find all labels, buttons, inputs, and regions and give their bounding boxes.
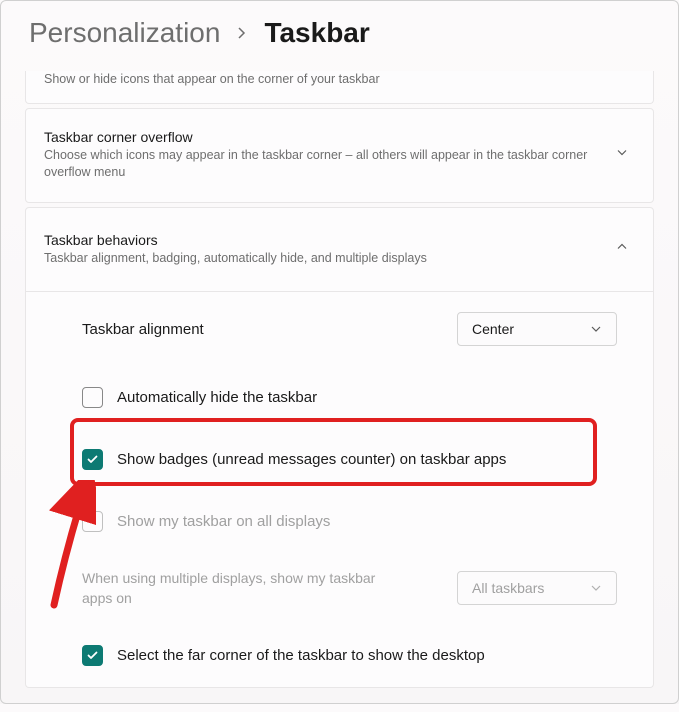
breadcrumb: Personalization Taskbar — [25, 1, 654, 71]
multi-display-value: All taskbars — [472, 580, 544, 596]
multi-display-dropdown: All taskbars — [457, 571, 617, 605]
all-displays-checkbox[interactable] — [82, 511, 103, 532]
chevron-down-icon — [590, 582, 602, 594]
all-displays-label: Show my taskbar on all displays — [117, 513, 330, 530]
chevron-down-icon — [590, 323, 602, 335]
show-badges-checkbox[interactable] — [82, 449, 103, 470]
alignment-dropdown[interactable]: Center — [457, 312, 617, 346]
far-corner-label: Select the far corner of the taskbar to … — [117, 647, 485, 664]
far-corner-row[interactable]: Select the far corner of the taskbar to … — [26, 625, 653, 687]
multi-display-row: When using multiple displays, show my ta… — [26, 552, 653, 625]
overflow-section[interactable]: Taskbar corner overflow Choose which ico… — [25, 108, 654, 203]
show-badges-row[interactable]: Show badges (unread messages counter) on… — [26, 428, 653, 490]
auto-hide-checkbox[interactable] — [82, 387, 103, 408]
far-corner-checkbox[interactable] — [82, 645, 103, 666]
overflow-title: Taskbar corner overflow — [44, 129, 635, 145]
behaviors-desc: Taskbar alignment, badging, automaticall… — [44, 250, 635, 268]
check-icon — [86, 453, 99, 466]
breadcrumb-parent[interactable]: Personalization — [29, 17, 220, 49]
breadcrumb-current: Taskbar — [264, 17, 369, 49]
all-displays-row[interactable]: Show my taskbar on all displays — [26, 490, 653, 552]
alignment-label: Taskbar alignment — [82, 321, 204, 338]
chevron-down-icon — [615, 146, 629, 165]
chevron-up-icon — [615, 240, 629, 259]
behaviors-title: Taskbar behaviors — [44, 232, 635, 248]
taskbar-alignment-row: Taskbar alignment Center — [26, 292, 653, 366]
corner-icons-desc: Show or hide icons that appear on the co… — [44, 71, 635, 89]
auto-hide-row[interactable]: Automatically hide the taskbar — [26, 366, 653, 428]
auto-hide-label: Automatically hide the taskbar — [117, 389, 317, 406]
chevron-right-icon — [236, 22, 248, 45]
show-badges-label: Show badges (unread messages counter) on… — [117, 451, 506, 468]
corner-icons-section[interactable]: Show or hide icons that appear on the co… — [25, 71, 654, 104]
overflow-desc: Choose which icons may appear in the tas… — [44, 147, 635, 182]
behaviors-content: Taskbar alignment Center Automatically h… — [25, 292, 654, 688]
multi-display-label: When using multiple displays, show my ta… — [82, 568, 402, 609]
behaviors-section-header[interactable]: Taskbar behaviors Taskbar alignment, bad… — [25, 207, 654, 293]
alignment-value: Center — [472, 321, 514, 337]
check-icon — [86, 649, 99, 662]
